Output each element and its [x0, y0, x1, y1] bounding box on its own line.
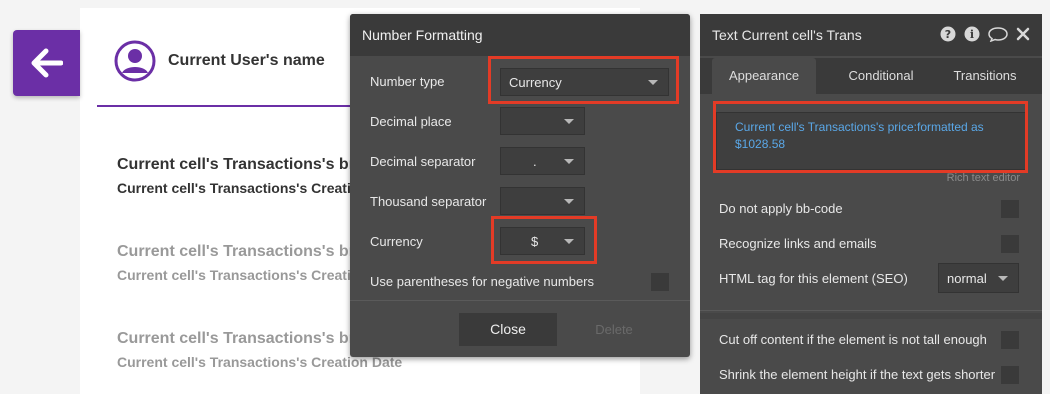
- number-type-label: Number type: [370, 74, 445, 89]
- transaction-date[interactable]: Current cell's Transactions's Creation: [117, 180, 374, 196]
- rich-text-editor-link[interactable]: Rich text editor: [947, 172, 1020, 184]
- comment-icon[interactable]: [988, 26, 1008, 47]
- parentheses-label: Use parentheses for negative numbers: [370, 274, 595, 289]
- help-icon[interactable]: ?: [940, 26, 956, 47]
- chevron-down-icon: [564, 159, 574, 164]
- currency-label: Currency: [370, 234, 423, 249]
- thousand-separator-dropdown[interactable]: [500, 187, 585, 215]
- recognize-links-label: Recognize links and emails: [719, 236, 877, 251]
- tab-appearance[interactable]: Appearance: [712, 58, 816, 94]
- parentheses-checkbox[interactable]: [651, 273, 669, 291]
- tab-transitions[interactable]: Transitions: [926, 58, 1044, 94]
- divider-line: [97, 105, 367, 107]
- cut-off-checkbox[interactable]: [1001, 331, 1019, 349]
- chevron-down-icon: [998, 276, 1008, 281]
- transaction-item[interactable]: Current cell's Transactions's bran Curre…: [117, 243, 374, 283]
- decimal-place-label: Decimal place: [370, 114, 452, 129]
- bbcode-checkbox[interactable]: [1001, 200, 1019, 218]
- highlight-box: [491, 216, 597, 264]
- tab-conditional[interactable]: Conditional: [822, 58, 940, 94]
- highlight-box: [713, 101, 1028, 173]
- svg-text:?: ?: [945, 28, 951, 41]
- divider: [700, 310, 1042, 311]
- arrow-left-icon: [31, 48, 63, 78]
- decimal-separator-label: Decimal separator: [370, 154, 476, 169]
- html-tag-label: HTML tag for this element (SEO): [719, 271, 908, 286]
- close-button[interactable]: Close: [459, 313, 557, 346]
- user-name-text[interactable]: Current User's name: [168, 52, 325, 70]
- tab-bar: Appearance Conditional Transitions: [700, 58, 1042, 94]
- transaction-title[interactable]: Current cell's Transactions's bran: [117, 156, 374, 174]
- header-icons: ? i: [940, 26, 1034, 44]
- decimal-separator-value: .: [533, 154, 537, 169]
- back-button[interactable]: [13, 30, 80, 96]
- property-editor-panel: Text Current cell's Trans ? i Appearance…: [700, 14, 1042, 394]
- decimal-place-dropdown[interactable]: [500, 107, 585, 135]
- highlight-box: [488, 56, 679, 104]
- svg-text:i: i: [970, 28, 974, 41]
- cut-off-label: Cut off content if the element is not ta…: [719, 332, 987, 347]
- recognize-links-checkbox[interactable]: [1001, 235, 1019, 253]
- transaction-title[interactable]: Current cell's Transactions's bran: [117, 243, 374, 261]
- info-icon[interactable]: i: [964, 26, 980, 47]
- user-avatar-icon: [114, 40, 156, 82]
- bbcode-label: Do not apply bb-code: [719, 201, 843, 216]
- html-tag-value: normal: [947, 271, 987, 286]
- delete-button[interactable]: Delete: [575, 313, 653, 346]
- transaction-date[interactable]: Current cell's Transactions's Creation: [117, 267, 374, 283]
- decimal-separator-dropdown[interactable]: .: [500, 147, 585, 175]
- number-formatting-panel: Number Formatting Number type Currency D…: [350, 14, 690, 357]
- close-icon[interactable]: [1016, 27, 1030, 46]
- number-formatting-title[interactable]: Number Formatting: [350, 14, 690, 56]
- html-tag-dropdown[interactable]: normal: [938, 263, 1019, 293]
- transaction-item[interactable]: Current cell's Transactions's bran Curre…: [117, 156, 374, 196]
- chevron-down-icon: [564, 199, 574, 204]
- shrink-label: Shrink the element height if the text ge…: [719, 367, 996, 382]
- divider: [350, 300, 690, 301]
- divider: [700, 313, 1042, 319]
- thousand-separator-label: Thousand separator: [370, 194, 487, 209]
- chevron-down-icon: [564, 119, 574, 124]
- shrink-checkbox[interactable]: [1001, 366, 1019, 384]
